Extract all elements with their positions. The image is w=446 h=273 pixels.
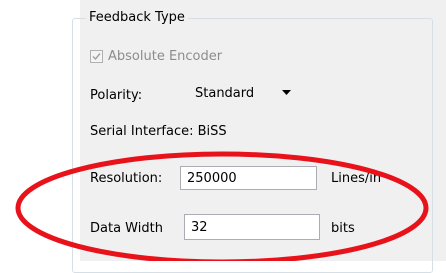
groupbox-title: Feedback Type [86,10,188,26]
resolution-input[interactable]: 250000 [180,166,317,190]
data-width-input[interactable]: 32 [184,214,320,240]
absolute-encoder-label: Absolute Encoder [108,49,223,64]
polarity-selected-value: Standard [195,85,255,101]
polarity-dropdown[interactable]: Standard [183,80,297,106]
data-width-unit: bits [331,221,355,236]
data-width-label: Data Width [90,221,163,236]
chevron-down-icon [282,90,291,95]
resolution-unit: Lines/in [331,171,382,186]
polarity-label: Polarity: [90,88,143,103]
data-width-value: 32 [191,219,208,235]
resolution-label: Resolution: [90,171,163,186]
absolute-encoder-checkbox[interactable]: Absolute Encoder [90,49,222,64]
checkbox-checked-icon [90,50,103,63]
serial-interface-text: Serial Interface: BiSS [90,124,227,139]
resolution-value: 250000 [187,170,237,186]
